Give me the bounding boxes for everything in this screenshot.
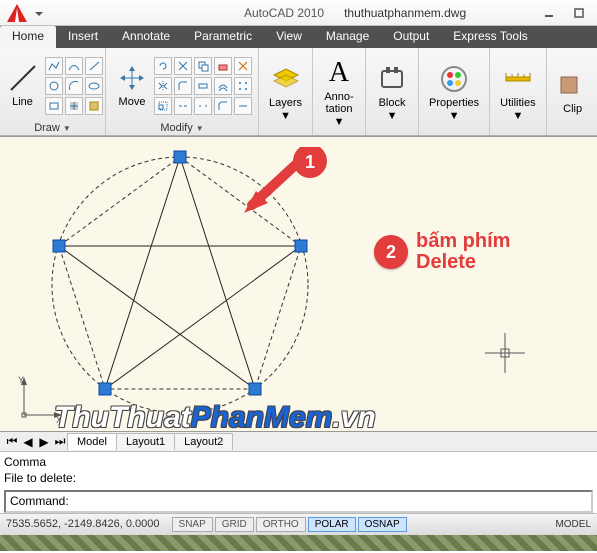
stretch-icon[interactable] [194,77,212,95]
tab-parametric[interactable]: Parametric [182,26,264,48]
panel-annotation: A Anno- tation▼ [313,48,366,135]
utilities-icon [502,63,534,95]
panel-properties: Properties▼ [419,48,490,135]
panel-utilities: Utilities▼ [490,48,546,135]
utilities-button[interactable]: Utilities▼ [496,61,539,123]
polyline-icon[interactable] [45,57,63,75]
annotation-label-2: 2 bấm phím Delete [374,231,510,273]
break-icon[interactable] [194,97,212,115]
annotation-text-2: bấm phím Delete [416,231,510,273]
tab-annotate[interactable]: Annotate [110,26,182,48]
layout-tab-layout2[interactable]: Layout2 [174,433,233,450]
move-button[interactable]: Move [112,60,152,110]
ribbon: Line Draw▼ Move [0,48,597,136]
layers-button[interactable]: Layers▼ [265,61,306,123]
rotate-icon[interactable] [154,57,172,75]
command-history-line: Comma [4,454,593,470]
draw-tool-grid [45,57,103,115]
status-bar: 7535.5652, -2149.8426, 0.0000 SNAP GRID … [0,513,597,535]
panel-label-modify[interactable]: Modify▼ [160,121,203,135]
copy-icon[interactable] [194,57,212,75]
trim-icon[interactable] [174,57,192,75]
join-icon[interactable] [174,97,192,115]
block-button[interactable]: Block▼ [372,61,412,123]
line-button[interactable]: Line [3,60,43,110]
clipboard-icon [557,69,589,101]
annotation-number-2: 2 [374,235,408,269]
svg-text:Y: Y [18,375,24,385]
panel-layers: Layers▼ [259,48,313,135]
lengthen-icon[interactable] [234,97,252,115]
panel-modify: Move Modify▼ [106,48,259,135]
svg-text:1: 1 [305,152,315,172]
annotation-button[interactable]: A Anno- tation▼ [319,55,359,129]
erase-icon[interactable] [214,57,232,75]
chamfer-icon[interactable] [214,97,232,115]
fillet-icon[interactable] [174,77,192,95]
tab-manage[interactable]: Manage [314,26,381,48]
app-menu-arrow-icon[interactable] [34,8,44,18]
mirror-icon[interactable] [154,77,172,95]
panel-draw: Line Draw▼ [0,48,106,135]
status-grid[interactable]: GRID [215,517,254,532]
tab-home[interactable]: Home [0,26,56,48]
tab-express[interactable]: Express Tools [441,26,539,48]
spline-icon[interactable] [65,57,83,75]
command-history-line: File to delete: [4,470,593,486]
properties-icon [438,63,470,95]
layout-prev-icon[interactable]: ◀ [20,434,36,450]
footer-decoration [0,535,597,551]
ribbon-tabs: Home Insert Annotate Parametric View Man… [0,26,597,48]
tab-insert[interactable]: Insert [56,26,110,48]
layout-first-icon[interactable]: ⏮ [4,434,20,450]
status-osnap[interactable]: OSNAP [358,517,407,532]
crosshair-cursor [485,333,525,373]
rectangle-icon[interactable] [45,97,63,115]
circle-icon[interactable] [45,77,63,95]
coordinate-readout: 7535.5652, -2149.8426, 0.0000 [6,518,160,530]
array-icon[interactable] [234,77,252,95]
offset-icon[interactable] [214,77,232,95]
explode-icon[interactable] [234,57,252,75]
panel-clipboard: Clip [547,48,597,135]
watermark: ThuThuatPhanMem.vn [54,401,376,432]
arc-icon[interactable] [65,77,83,95]
layout-tab-layout1[interactable]: Layout1 [116,433,175,450]
panel-label-draw[interactable]: Draw▼ [34,121,71,135]
status-polar[interactable]: POLAR [308,517,356,532]
hatch-icon[interactable] [65,97,83,115]
modify-tool-grid [154,57,252,115]
move-icon [116,62,148,94]
properties-button[interactable]: Properties▼ [425,61,483,123]
title-bar: AutoCAD 2010 thuthuatphanmem.dwg [0,0,597,26]
maximize-button[interactable] [565,4,593,22]
app-logo[interactable] [4,2,30,24]
layout-last-icon[interactable]: ⏭ [52,434,68,450]
layout-tab-model[interactable]: Model [67,433,117,450]
command-window[interactable]: Comma File to delete: Command: [0,452,597,513]
status-snap[interactable]: SNAP [172,517,213,532]
document-title: thuthuatphanmem.dwg [344,6,466,20]
text-icon: A [323,57,355,89]
layers-icon [270,63,302,95]
tab-view[interactable]: View [264,26,314,48]
drawing-canvas[interactable]: 1 2 bấm phím Delete YX ThuThuatPhanMem.v… [0,136,597,432]
region-icon[interactable] [85,97,103,115]
ray-icon[interactable] [85,57,103,75]
status-ortho[interactable]: ORTHO [256,517,306,532]
tab-output[interactable]: Output [381,26,441,48]
ellipse-icon[interactable] [85,77,103,95]
annotation-arrow-1: 1 [240,147,330,227]
panel-block: Block▼ [366,48,419,135]
layout-tab-bar: ⏮ ◀ ▶ ⏭ Model Layout1 Layout2 [0,432,597,452]
scale-icon[interactable] [154,97,172,115]
line-icon [7,62,39,94]
command-input[interactable]: Command: [4,490,593,512]
block-icon [376,63,408,95]
layout-next-icon[interactable]: ▶ [36,434,52,450]
app-title: AutoCAD 2010 [244,6,324,20]
clipboard-button[interactable]: Clip [553,67,593,117]
minimize-button[interactable] [535,4,563,22]
status-model[interactable]: MODEL [555,519,591,530]
